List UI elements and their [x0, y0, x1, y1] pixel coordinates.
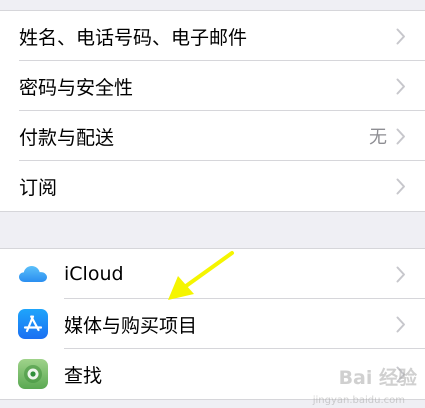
row-icloud[interactable]: iCloud	[0, 249, 425, 299]
row-label: 订阅	[19, 176, 58, 199]
row-password-security[interactable]: 密码与安全性	[0, 61, 425, 111]
chevron-right-icon	[387, 299, 415, 349]
chevron-right-icon	[387, 249, 415, 299]
section-gap	[0, 212, 425, 248]
row-name-phone-email[interactable]: 姓名、电话号码、电子邮件	[0, 11, 425, 61]
chevron-right-icon	[387, 61, 415, 111]
app-store-icon	[18, 309, 48, 339]
row-subscriptions[interactable]: 订阅	[0, 161, 425, 211]
row-label: 媒体与购买项目	[64, 314, 198, 337]
row-media-purchases[interactable]: 媒体与购买项目	[0, 299, 425, 349]
find-my-icon	[18, 359, 48, 389]
watermark: Bai 经验	[338, 367, 417, 389]
row-payment-shipping[interactable]: 付款与配送 无	[0, 111, 425, 161]
row-value: 无	[369, 127, 387, 148]
row-label: 付款与配送	[19, 126, 115, 149]
settings-screen: 姓名、电话号码、电子邮件 密码与安全性 付款与配送 无 订阅 iCloud 媒体…	[0, 0, 425, 408]
row-label: iCloud	[64, 263, 124, 285]
chevron-right-icon	[387, 11, 415, 61]
chevron-right-icon	[387, 111, 415, 161]
row-label: 姓名、电话号码、电子邮件	[19, 26, 248, 49]
chevron-right-icon	[387, 161, 415, 211]
watermark-subtext: jingyan.baidu.com	[312, 395, 405, 406]
icloud-icon	[18, 259, 48, 289]
top-spacer	[0, 0, 425, 11]
row-label: 密码与安全性	[19, 76, 134, 99]
account-settings-group: 姓名、电话号码、电子邮件 密码与安全性 付款与配送 无 订阅	[0, 11, 425, 212]
